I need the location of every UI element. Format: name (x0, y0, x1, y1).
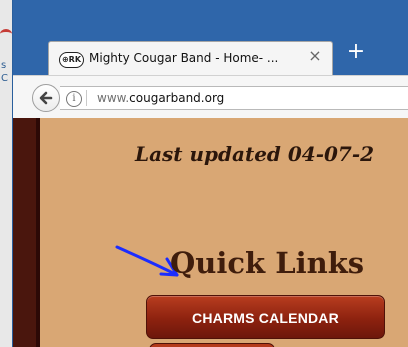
back-button[interactable] (32, 84, 60, 112)
browser-window: ⊕RK Mighty Cougar Band - Home- ... × + i… (12, 0, 408, 347)
active-tab[interactable]: ⊕RK Mighty Cougar Band - Home- ... × (48, 41, 333, 76)
url-domain: cougarband.org (129, 91, 225, 105)
address-separator (86, 90, 87, 106)
last-updated-text: Last updated 04-07-2 (135, 142, 375, 166)
left-rail-edge (36, 118, 40, 347)
url-text[interactable]: www.cougarband.org (97, 91, 224, 105)
next-link-button[interactable] (149, 343, 275, 347)
navigation-bar: i www.cougarband.org (13, 75, 408, 119)
left-dark-rail (13, 118, 36, 347)
background-window-red-mark (0, 29, 12, 39)
address-bar[interactable]: i www.cougarband.org (60, 86, 408, 110)
quick-links-heading: Quick Links (170, 246, 365, 280)
info-icon[interactable]: i (66, 91, 82, 107)
site-favicon-icon: ⊕RK (59, 52, 84, 68)
tab-title: Mighty Cougar Band - Home- ... (89, 51, 279, 65)
new-tab-button[interactable]: + (346, 41, 366, 63)
tab-strip: ⊕RK Mighty Cougar Band - Home- ... × + (13, 0, 408, 76)
background-window-text-2: C (1, 74, 8, 84)
web-page-content: Last updated 04-07-2 Quick Links CHARMS … (13, 118, 408, 347)
charms-calendar-button[interactable]: CHARMS CALENDAR (146, 295, 385, 339)
close-tab-icon[interactable]: × (307, 48, 323, 64)
url-prefix: www. (97, 91, 130, 105)
background-window-text-1: s (1, 61, 7, 71)
back-arrow-icon (39, 91, 53, 105)
